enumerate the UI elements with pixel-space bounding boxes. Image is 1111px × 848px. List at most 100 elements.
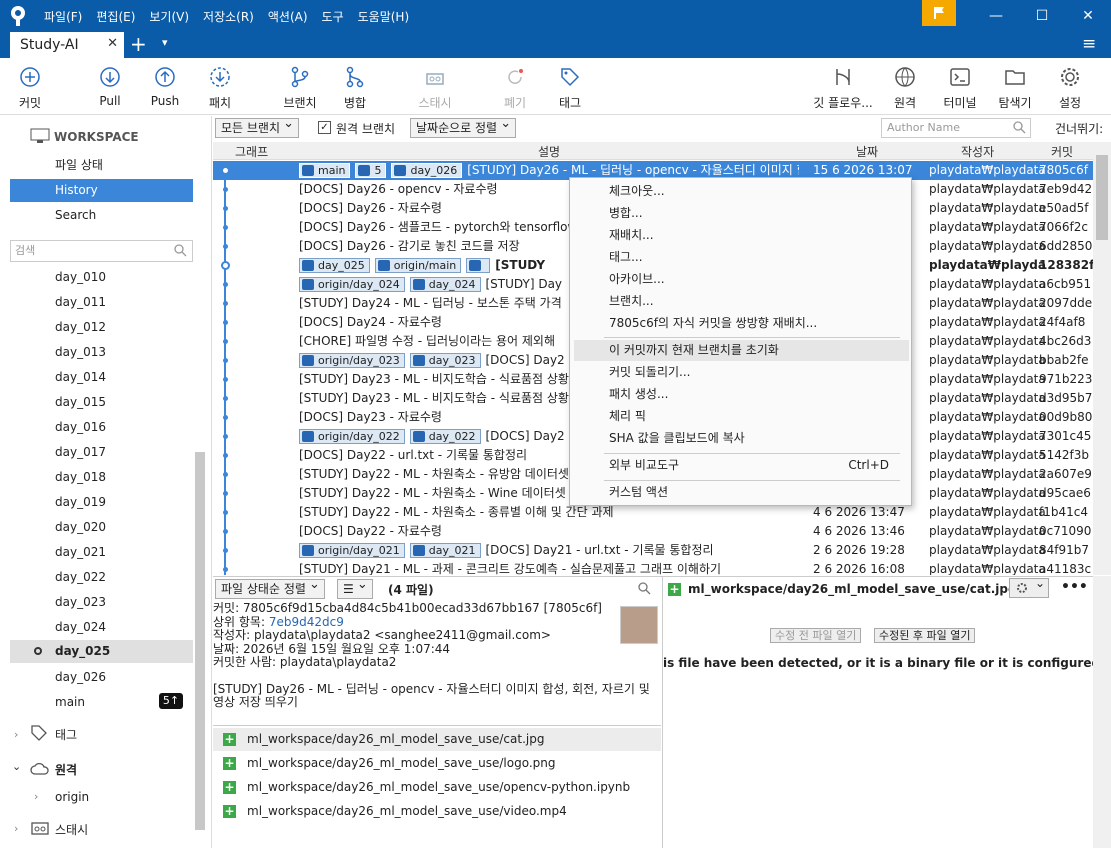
push-button[interactable]: Push — [135, 64, 195, 110]
menu-view[interactable]: 보기(V) — [149, 8, 189, 25]
minimize-button[interactable]: — — [973, 0, 1019, 32]
chevron-right-icon[interactable]: › — [34, 790, 38, 803]
file-row[interactable]: + ml_workspace/day26_ml_model_save_use/lo… — [213, 752, 661, 775]
more-options-icon[interactable]: ••• — [1061, 579, 1088, 595]
branch-label[interactable]: day_021 — [409, 543, 481, 558]
author-search-input[interactable]: Author Name — [881, 118, 1031, 138]
branch-button[interactable]: 브랜치 — [270, 64, 330, 110]
branch-label[interactable]: day_025 — [299, 258, 370, 273]
settings-button[interactable]: 설정 — [1040, 64, 1100, 110]
commit-button[interactable]: 커밋 — [0, 64, 60, 110]
close-tab-icon[interactable]: ✕ — [107, 36, 118, 51]
chevron-right-icon[interactable]: › — [14, 822, 18, 835]
ctx-archive[interactable]: 아카이브... — [574, 269, 909, 290]
branch-day_013[interactable]: day_013 — [55, 345, 106, 359]
menu-actions[interactable]: 액션(A) — [268, 8, 308, 25]
search-icon[interactable] — [638, 582, 651, 595]
col-graph[interactable]: 그래프 — [235, 143, 268, 160]
commit-list-scroll-thumb[interactable] — [1096, 155, 1108, 240]
ctx-rebase[interactable]: 재배치... — [574, 225, 909, 246]
branch-day_022[interactable]: day_022 — [55, 570, 106, 584]
branch-label[interactable]: origin/main — [374, 258, 462, 273]
sort-select[interactable]: 날짜순으로 정렬 — [410, 115, 517, 138]
branch-day_014[interactable]: day_014 — [55, 370, 106, 384]
branch-label[interactable]: main — [299, 163, 351, 178]
sidebar-section-remotes[interactable]: 원격 — [55, 761, 77, 778]
file-row[interactable]: + ml_workspace/day26_ml_model_save_use/vi… — [213, 800, 661, 823]
branch-label[interactable]: day_023 — [409, 353, 481, 368]
merge-button[interactable]: 병합 — [325, 64, 385, 110]
commit-row[interactable]: [STUDY] Day21 - ML - 과제 - 콘크리트 강도예측 - 실습… — [213, 560, 1093, 575]
branch-day_012[interactable]: day_012 — [55, 320, 106, 334]
close-window-button[interactable]: ✕ — [1065, 0, 1111, 32]
remote-origin[interactable]: origin — [55, 790, 89, 804]
tab-study-ai[interactable]: Study-AI ✕ — [10, 32, 124, 58]
flag-button[interactable] — [922, 0, 956, 26]
col-commit[interactable]: 커밋 — [1051, 143, 1073, 160]
branch-day_024[interactable]: day_024 — [55, 620, 106, 634]
branch-day_019[interactable]: day_019 — [55, 495, 106, 509]
remote-button[interactable]: 원격 — [875, 64, 935, 110]
maximize-button[interactable]: ☐ — [1019, 0, 1065, 32]
hamburger-menu-icon[interactable]: ≡ — [1082, 34, 1096, 54]
branch-main[interactable]: main — [55, 695, 85, 709]
sidebar-section-tags[interactable]: 태그 — [55, 726, 77, 743]
view-mode-select[interactable]: ☰ — [337, 576, 373, 599]
terminal-button[interactable]: 터미널 — [930, 64, 990, 110]
pull-button[interactable]: Pull — [80, 64, 140, 110]
file-row[interactable]: + ml_workspace/day26_ml_model_save_use/ca… — [213, 728, 661, 751]
sidebar-search-input[interactable]: 검색 — [10, 240, 193, 262]
sidebar-item-history[interactable]: History — [10, 179, 193, 202]
branch-day_016[interactable]: day_016 — [55, 420, 106, 434]
col-author[interactable]: 작성자 — [961, 143, 994, 160]
open-after-button[interactable]: 수정된 후 파일 열기 — [874, 628, 976, 643]
branch-label[interactable]: day_024 — [409, 277, 481, 292]
branch-day_026[interactable]: day_026 — [55, 670, 106, 684]
open-before-button[interactable]: 수정 전 파일 열기 — [770, 628, 862, 643]
branch-label[interactable]: origin/day_021 — [299, 543, 405, 558]
menu-file[interactable]: 파일(F) — [44, 8, 82, 25]
tag-button[interactable]: 태그 — [540, 64, 600, 110]
commit-row[interactable]: [DOCS] Day22 - 자료수령 4 6 2026 13:46 playdat… — [213, 522, 1093, 541]
ctx-merge[interactable]: 병합... — [574, 203, 909, 224]
sidebar-item-search[interactable]: Search — [10, 204, 193, 227]
git-flow-button[interactable]: 깃 플로우... — [808, 64, 878, 110]
fetch-button[interactable]: 패치 — [190, 64, 250, 110]
branch-label[interactable]: origin/day_022 — [299, 429, 405, 444]
remote-branches-checkbox[interactable]: ✓ — [318, 121, 331, 134]
diff-settings-button[interactable]: ⌄ — [1009, 576, 1049, 598]
parent-link[interactable]: 7eb9d42dc9 — [269, 615, 344, 629]
commit-row[interactable]: origin/day_021 day_021 [DOCS] Day21 - url.… — [213, 541, 1093, 560]
ctx-cherry-pick[interactable]: 체리 픽 — [574, 406, 909, 427]
stash-button[interactable]: 스태시 — [405, 64, 465, 110]
branch-label[interactable]: origin/day_023 — [299, 353, 405, 368]
ctx-checkout[interactable]: 체크아웃... — [574, 181, 909, 202]
ctx-external-diff[interactable]: 외부 비교도구 Ctrl+D — [574, 455, 909, 476]
tab-dropdown-icon[interactable]: ▾ — [162, 36, 168, 49]
ctx-branch[interactable]: 브랜치... — [574, 291, 909, 312]
menu-edit[interactable]: 편집(E) — [96, 8, 135, 25]
branch-day_023[interactable]: day_023 — [55, 595, 106, 609]
ctx-interactive-rebase[interactable]: 7805c6f의 자식 커밋을 쌍방향 재배치... — [574, 313, 909, 334]
ctx-copy-sha[interactable]: SHA 값을 클립보드에 복사 — [574, 428, 909, 449]
col-description[interactable]: 설명 — [538, 143, 560, 160]
ctx-reset-branch[interactable]: 이 커밋까지 현재 브랜치를 초기화 — [574, 340, 909, 361]
branch-day_020[interactable]: day_020 — [55, 520, 106, 534]
branch-day_017[interactable]: day_017 — [55, 445, 106, 459]
ctx-create-patch[interactable]: 패치 생성... — [574, 384, 909, 405]
branch-day_015[interactable]: day_015 — [55, 395, 106, 409]
branch-label[interactable]: day_022 — [409, 429, 481, 444]
menu-tools[interactable]: 도구 — [322, 8, 344, 25]
discard-button[interactable]: 폐기 — [485, 64, 545, 110]
chevron-down-icon[interactable]: ⌄ — [12, 760, 21, 773]
ctx-custom-action[interactable]: 커스텀 액션 — [574, 482, 909, 503]
branch-day_018[interactable]: day_018 — [55, 470, 106, 484]
sidebar-scrollbar[interactable] — [195, 452, 205, 830]
chevron-right-icon[interactable]: › — [14, 728, 18, 741]
branch-day_021[interactable]: day_021 — [55, 545, 106, 559]
branch-label[interactable] — [466, 258, 491, 273]
branch-label[interactable]: day_026 — [391, 163, 463, 178]
menu-repository[interactable]: 저장소(R) — [203, 8, 254, 25]
branch-filter-select[interactable]: 모든 브랜치 — [215, 115, 300, 138]
branch-label[interactable]: 5 — [355, 163, 387, 178]
